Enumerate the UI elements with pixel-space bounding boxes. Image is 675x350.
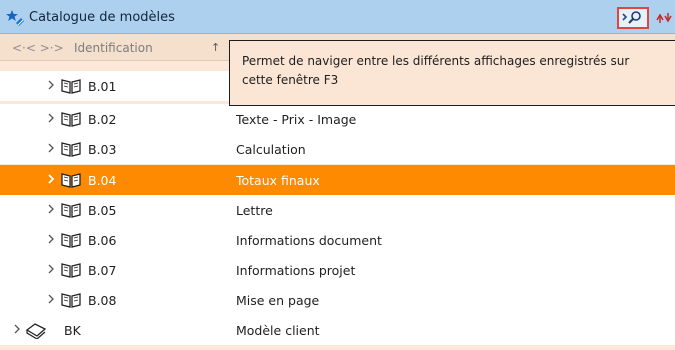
tree-row-b07[interactable]: B.07 Informations projet	[0, 255, 675, 285]
book-icon	[61, 173, 81, 188]
navigator-tooltip: Permet de naviger entre les différents a…	[229, 40, 675, 106]
book-icon	[61, 79, 81, 94]
tree-row-b06[interactable]: B.06 Informations document	[0, 225, 675, 255]
row-label: Modèle client	[236, 323, 320, 338]
row-label: Texte - Prix - Image	[236, 112, 357, 127]
row-label: Informations projet	[236, 263, 356, 278]
row-code: B.03	[88, 142, 117, 157]
chevron-right-icon[interactable]	[46, 293, 56, 305]
chevron-right-icon[interactable]	[46, 79, 56, 91]
catalogue-star-icon	[6, 10, 24, 26]
view-navigator-icon	[622, 11, 641, 24]
book-icon	[61, 263, 81, 278]
row-code: B.07	[88, 263, 117, 278]
chevron-right-icon[interactable]	[46, 173, 56, 185]
chevron-right-icon[interactable]	[12, 323, 22, 335]
row-code: B.02	[88, 112, 117, 127]
book-icon	[61, 293, 81, 308]
tree-row-b05[interactable]: B.05 Lettre	[0, 195, 675, 225]
tree-row-b02[interactable]: B.02 Texte - Prix - Image	[0, 104, 675, 134]
row-code: B.05	[88, 203, 117, 218]
chevron-right-icon[interactable]	[46, 112, 56, 124]
row-label: Mise en page	[236, 293, 320, 308]
view-navigator-button[interactable]	[617, 7, 649, 29]
title-bar: Catalogue de modèles	[0, 0, 675, 34]
book-icon	[61, 203, 81, 218]
chevron-right-icon[interactable]	[46, 203, 56, 215]
book-icon	[61, 142, 81, 157]
refresh-icon[interactable]	[654, 9, 674, 27]
book-icon	[61, 112, 81, 127]
tree-row-b04-selected[interactable]: B.04 Totaux finaux	[0, 165, 675, 195]
catalog-icon	[25, 323, 47, 339]
row-code: BK	[64, 323, 81, 338]
row-label: Calculation	[236, 142, 306, 157]
tree-row-b03[interactable]: B.03 Calculation	[0, 134, 675, 164]
chevron-right-icon[interactable]	[46, 233, 56, 245]
sort-ascending-icon[interactable]: ↑	[211, 41, 220, 54]
row-code: B.06	[88, 233, 117, 248]
column-identification[interactable]: Identification	[74, 41, 153, 55]
row-label: Totaux finaux	[236, 173, 320, 188]
template-catalogue-window: Catalogue de modèles <·< >·> Identificat…	[0, 0, 675, 350]
row-label: Informations document	[236, 233, 382, 248]
history-nav-arrows[interactable]: <·< >·>	[12, 41, 64, 55]
book-icon	[61, 233, 81, 248]
row-code: B.08	[88, 293, 117, 308]
row-code: B.01	[88, 79, 117, 94]
chevron-right-icon[interactable]	[46, 142, 56, 154]
tree-row-b08[interactable]: B.08 Mise en page	[0, 285, 675, 315]
row-label: Lettre	[236, 203, 273, 218]
tree-row-bk[interactable]: BK Modèle client	[0, 315, 675, 345]
chevron-right-icon[interactable]	[46, 263, 56, 275]
tooltip-line-2: cette fenêtre F3	[242, 73, 339, 87]
tooltip-line-1: Permet de naviger entre les différents a…	[242, 54, 630, 68]
row-code: B.04	[88, 173, 117, 188]
window-title: Catalogue de modèles	[29, 10, 175, 25]
